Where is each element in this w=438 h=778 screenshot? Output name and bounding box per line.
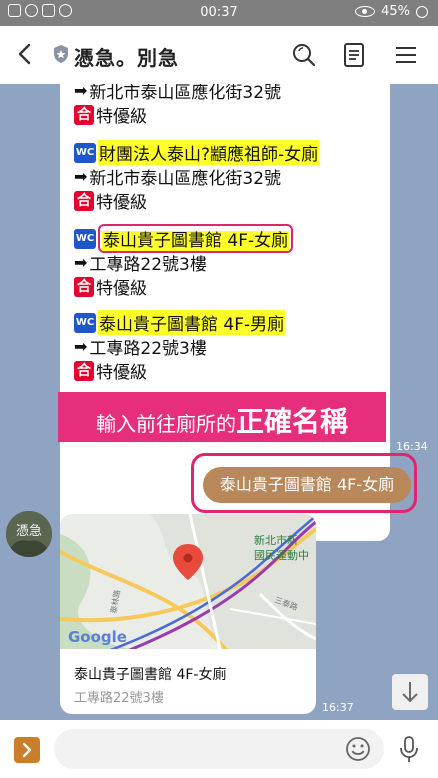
wc-icon: WC xyxy=(74,142,96,163)
entry-grade: 合特優級 xyxy=(74,102,147,127)
location-card[interactable]: 新北市新 國民運動中 泰林路 三泰路 Google 泰山貴子圖書館 4F-女廁 … xyxy=(60,514,316,714)
menu-button[interactable] xyxy=(392,41,420,69)
search-icon xyxy=(293,44,316,67)
entry-grade: 合特優級 xyxy=(74,188,147,213)
location-address: 工專路22號3樓 xyxy=(74,691,164,706)
message-time: 16:34 xyxy=(396,440,428,453)
scroll-down-button[interactable] xyxy=(392,674,428,710)
voice-button[interactable] xyxy=(396,734,422,764)
arrow-right-icon: ➡ xyxy=(74,167,88,186)
sent-message-bubble[interactable]: 泰山貴子圖書館 4F-女廁 xyxy=(203,467,411,503)
shield-icon xyxy=(52,44,70,64)
arrow-right-icon: ➡ xyxy=(74,84,88,100)
avatar-text: 憑急 xyxy=(16,524,42,539)
avatar[interactable]: 憑急 xyxy=(6,511,52,557)
arrow-right-icon: ➡ xyxy=(74,337,88,356)
instruction-banner: 輸入前往廁所的 正確名稱 xyxy=(58,392,386,442)
map-label: 新北市新 xyxy=(254,533,298,547)
status-bar: 00:37 45% xyxy=(0,0,438,26)
menu-icon xyxy=(396,47,416,63)
entry-grade: 合特優級 xyxy=(74,274,147,299)
map-label: 國民運動中 xyxy=(254,548,309,562)
chat-title: 憑急。別急 xyxy=(74,46,179,70)
entry-address: ➡ 新北市泰山區應化街32號 xyxy=(74,167,282,189)
battery-level: 45% xyxy=(381,4,410,19)
entry-address: ➡ 工專路22號3樓 xyxy=(74,337,207,359)
search-button[interactable] xyxy=(290,41,318,69)
sent-time: 16:3 xyxy=(166,488,191,501)
entry-name: WC 泰山貴子圖書館 4F-男廁 xyxy=(74,310,286,335)
message-input-bar xyxy=(0,720,438,778)
expand-button[interactable] xyxy=(14,737,40,763)
location-name: 泰山貴子圖書館 4F-女廁 xyxy=(74,667,227,683)
microphone-icon xyxy=(400,736,418,762)
battery-icon xyxy=(416,5,428,18)
notes-icon xyxy=(344,43,364,67)
smiley-icon xyxy=(346,737,370,761)
grade-badge-icon: 合 xyxy=(74,190,94,211)
entry-address: ➡ 新北市泰山區應化街32號 xyxy=(74,84,281,103)
chat-header: 憑急。別急 xyxy=(0,26,438,84)
grade-badge-icon: 合 xyxy=(74,276,94,297)
arrow-right-icon: ➡ xyxy=(74,253,88,272)
wc-icon: WC xyxy=(74,228,96,249)
wc-icon: WC xyxy=(74,312,96,333)
entry-address: ➡ 工專路22號3樓 xyxy=(74,253,207,275)
arrow-down-icon xyxy=(402,682,418,703)
entry-grade: 合特優級 xyxy=(74,358,147,383)
entry-name: WC 財團法人泰山?顓應祖師-女廁 xyxy=(74,140,320,165)
notes-button[interactable] xyxy=(340,41,368,69)
entry-name: WC 泰山貴子圖書館 4F-女廁 xyxy=(74,224,294,253)
chevron-right-icon xyxy=(22,742,32,758)
grade-badge-icon: 合 xyxy=(74,104,94,125)
back-button[interactable] xyxy=(12,39,38,69)
grade-badge-icon: 合 xyxy=(74,360,94,381)
location-time: 16:37 xyxy=(322,701,354,714)
chevron-left-icon xyxy=(18,43,31,65)
read-receipt: 已讀 xyxy=(168,475,190,488)
map-preview[interactable]: 新北市新 國民運動中 泰林路 三泰路 Google xyxy=(60,514,316,649)
eye-icon xyxy=(355,6,376,17)
google-logo: Google xyxy=(68,628,127,646)
emoji-button[interactable] xyxy=(344,735,372,763)
message-input[interactable] xyxy=(54,729,384,769)
highlighted-name-outline: 泰山貴子圖書館 4F-女廁 xyxy=(98,224,294,253)
chat-area[interactable]: ➡ 新北市泰山區應化街32號 合特優級 WC 財團法人泰山?顓應祖師-女廁 ➡ 新北市… xyxy=(0,84,438,720)
